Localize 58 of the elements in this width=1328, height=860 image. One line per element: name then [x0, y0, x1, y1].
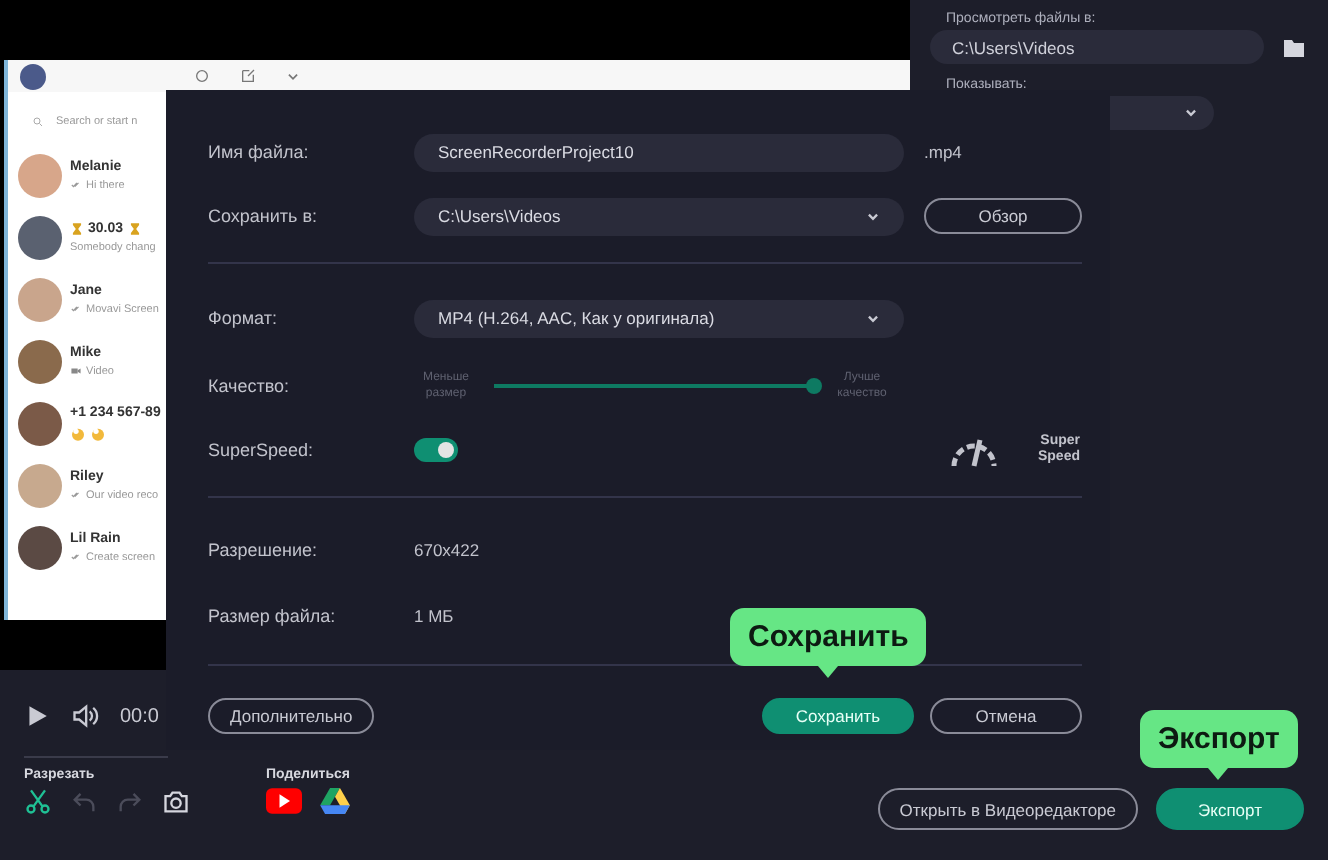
folder-icon [1280, 35, 1308, 59]
field-label: Сохранить в: [208, 206, 320, 226]
superspeed-toggle[interactable] [414, 438, 458, 462]
drive-icon [320, 788, 350, 814]
field-label: SuperSpeed: [208, 440, 316, 460]
resolution-value: 670x422 [414, 540, 480, 560]
avatar [18, 401, 62, 445]
browse-button[interactable]: Обзор [924, 198, 1082, 234]
video-camera-icon [70, 366, 82, 376]
field-label: Формат: [208, 308, 279, 328]
ok-hand-icon [70, 425, 86, 441]
double-check-icon [70, 180, 82, 190]
export-button[interactable]: Экспорт [1156, 788, 1304, 830]
avatar [18, 215, 62, 259]
double-check-icon [70, 490, 82, 500]
open-editor-button[interactable]: Открыть в Видеоредакторе [877, 788, 1138, 830]
more-options-button[interactable]: Дополнительно [208, 698, 375, 734]
callout: Экспорт [1140, 710, 1298, 780]
refresh-icon [194, 68, 210, 84]
avatar [18, 339, 62, 383]
chevron-down-icon [866, 311, 880, 325]
scissors-icon [24, 788, 52, 816]
redo-icon [116, 788, 144, 816]
avatar [20, 63, 46, 89]
chevron-down-icon [866, 209, 880, 223]
file-name-field[interactable]: ScreenRecorderProject10 [414, 133, 904, 171]
double-check-icon [70, 304, 82, 314]
save-button[interactable]: Сохранить [762, 698, 914, 734]
hourglass-icon [70, 221, 84, 235]
avatar [18, 153, 62, 197]
play-icon [24, 702, 50, 730]
file-extension: .mp4 [924, 142, 962, 162]
hourglass-icon [127, 221, 142, 235]
avatar [18, 277, 62, 321]
slider-thumb[interactable] [806, 378, 822, 394]
callout: Сохранить [730, 608, 927, 678]
format-dropdown[interactable]: MP4 (H.264, AAC, Как у оригинала) [414, 299, 904, 337]
speaker-icon [70, 702, 100, 730]
camera-icon [162, 788, 190, 816]
playback-time: 00:0 [120, 705, 159, 727]
youtube-icon [266, 788, 302, 814]
double-check-icon [70, 552, 82, 562]
field-label: Разрешение: [208, 540, 319, 560]
avatar [18, 463, 62, 507]
field-label: Размер файла: [208, 606, 338, 626]
ok-hand-icon [90, 425, 106, 441]
search-icon [32, 116, 44, 128]
chevron-down-icon [286, 69, 300, 83]
undo-icon [70, 788, 98, 816]
chevron-down-icon [1184, 106, 1198, 120]
file-size-value: 1 МБ [414, 606, 454, 626]
avatar [18, 525, 62, 569]
save-path-dropdown[interactable]: C:\Users\Videos [414, 197, 904, 235]
compose-icon [240, 68, 256, 84]
field-label: Качество: [208, 376, 292, 396]
cancel-button[interactable]: Отмена [930, 698, 1082, 734]
path-field[interactable]: C:\Users\Videos [930, 30, 1264, 64]
field-label: Имя файла: [208, 142, 311, 162]
